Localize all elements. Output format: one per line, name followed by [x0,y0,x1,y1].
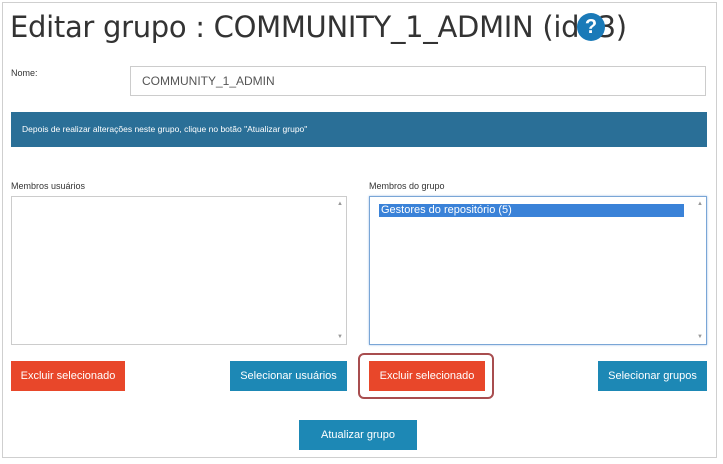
delete-selected-users-button[interactable]: Excluir selecionado [11,361,125,391]
name-label: Nome: [11,68,38,78]
name-field[interactable]: COMMUNITY_1_ADMIN [130,66,706,96]
update-group-button[interactable]: Atualizar grupo [299,420,417,450]
scroll-down-icon[interactable]: ▼ [697,334,703,340]
delete-selected-groups-button[interactable]: Excluir selecionado [369,361,485,391]
group-members-label: Membros do grupo [369,181,445,191]
user-members-scrollbar[interactable]: ▲ ▼ [334,197,346,344]
user-members-listbox[interactable]: ▲ ▼ [11,196,347,345]
scroll-down-icon[interactable]: ▼ [337,334,343,340]
select-users-button[interactable]: Selecionar usuários [230,361,347,391]
select-groups-button[interactable]: Selecionar grupos [598,361,707,391]
page-title: Editar grupo : COMMUNITY_1_ADMIN (id: 3) [10,10,627,44]
scroll-up-icon[interactable]: ▲ [337,201,343,207]
group-member-option[interactable]: Gestores do repositório (5) [379,204,684,217]
group-members-listbox[interactable]: Gestores do repositório (5) ▲ ▼ [369,196,707,345]
scroll-up-icon[interactable]: ▲ [697,201,703,207]
info-notice: Depois de realizar alterações neste grup… [11,112,707,147]
user-members-label: Membros usuários [11,181,86,191]
question-circle-icon[interactable]: ? [577,13,605,41]
group-members-scrollbar[interactable]: ▲ ▼ [694,197,706,344]
